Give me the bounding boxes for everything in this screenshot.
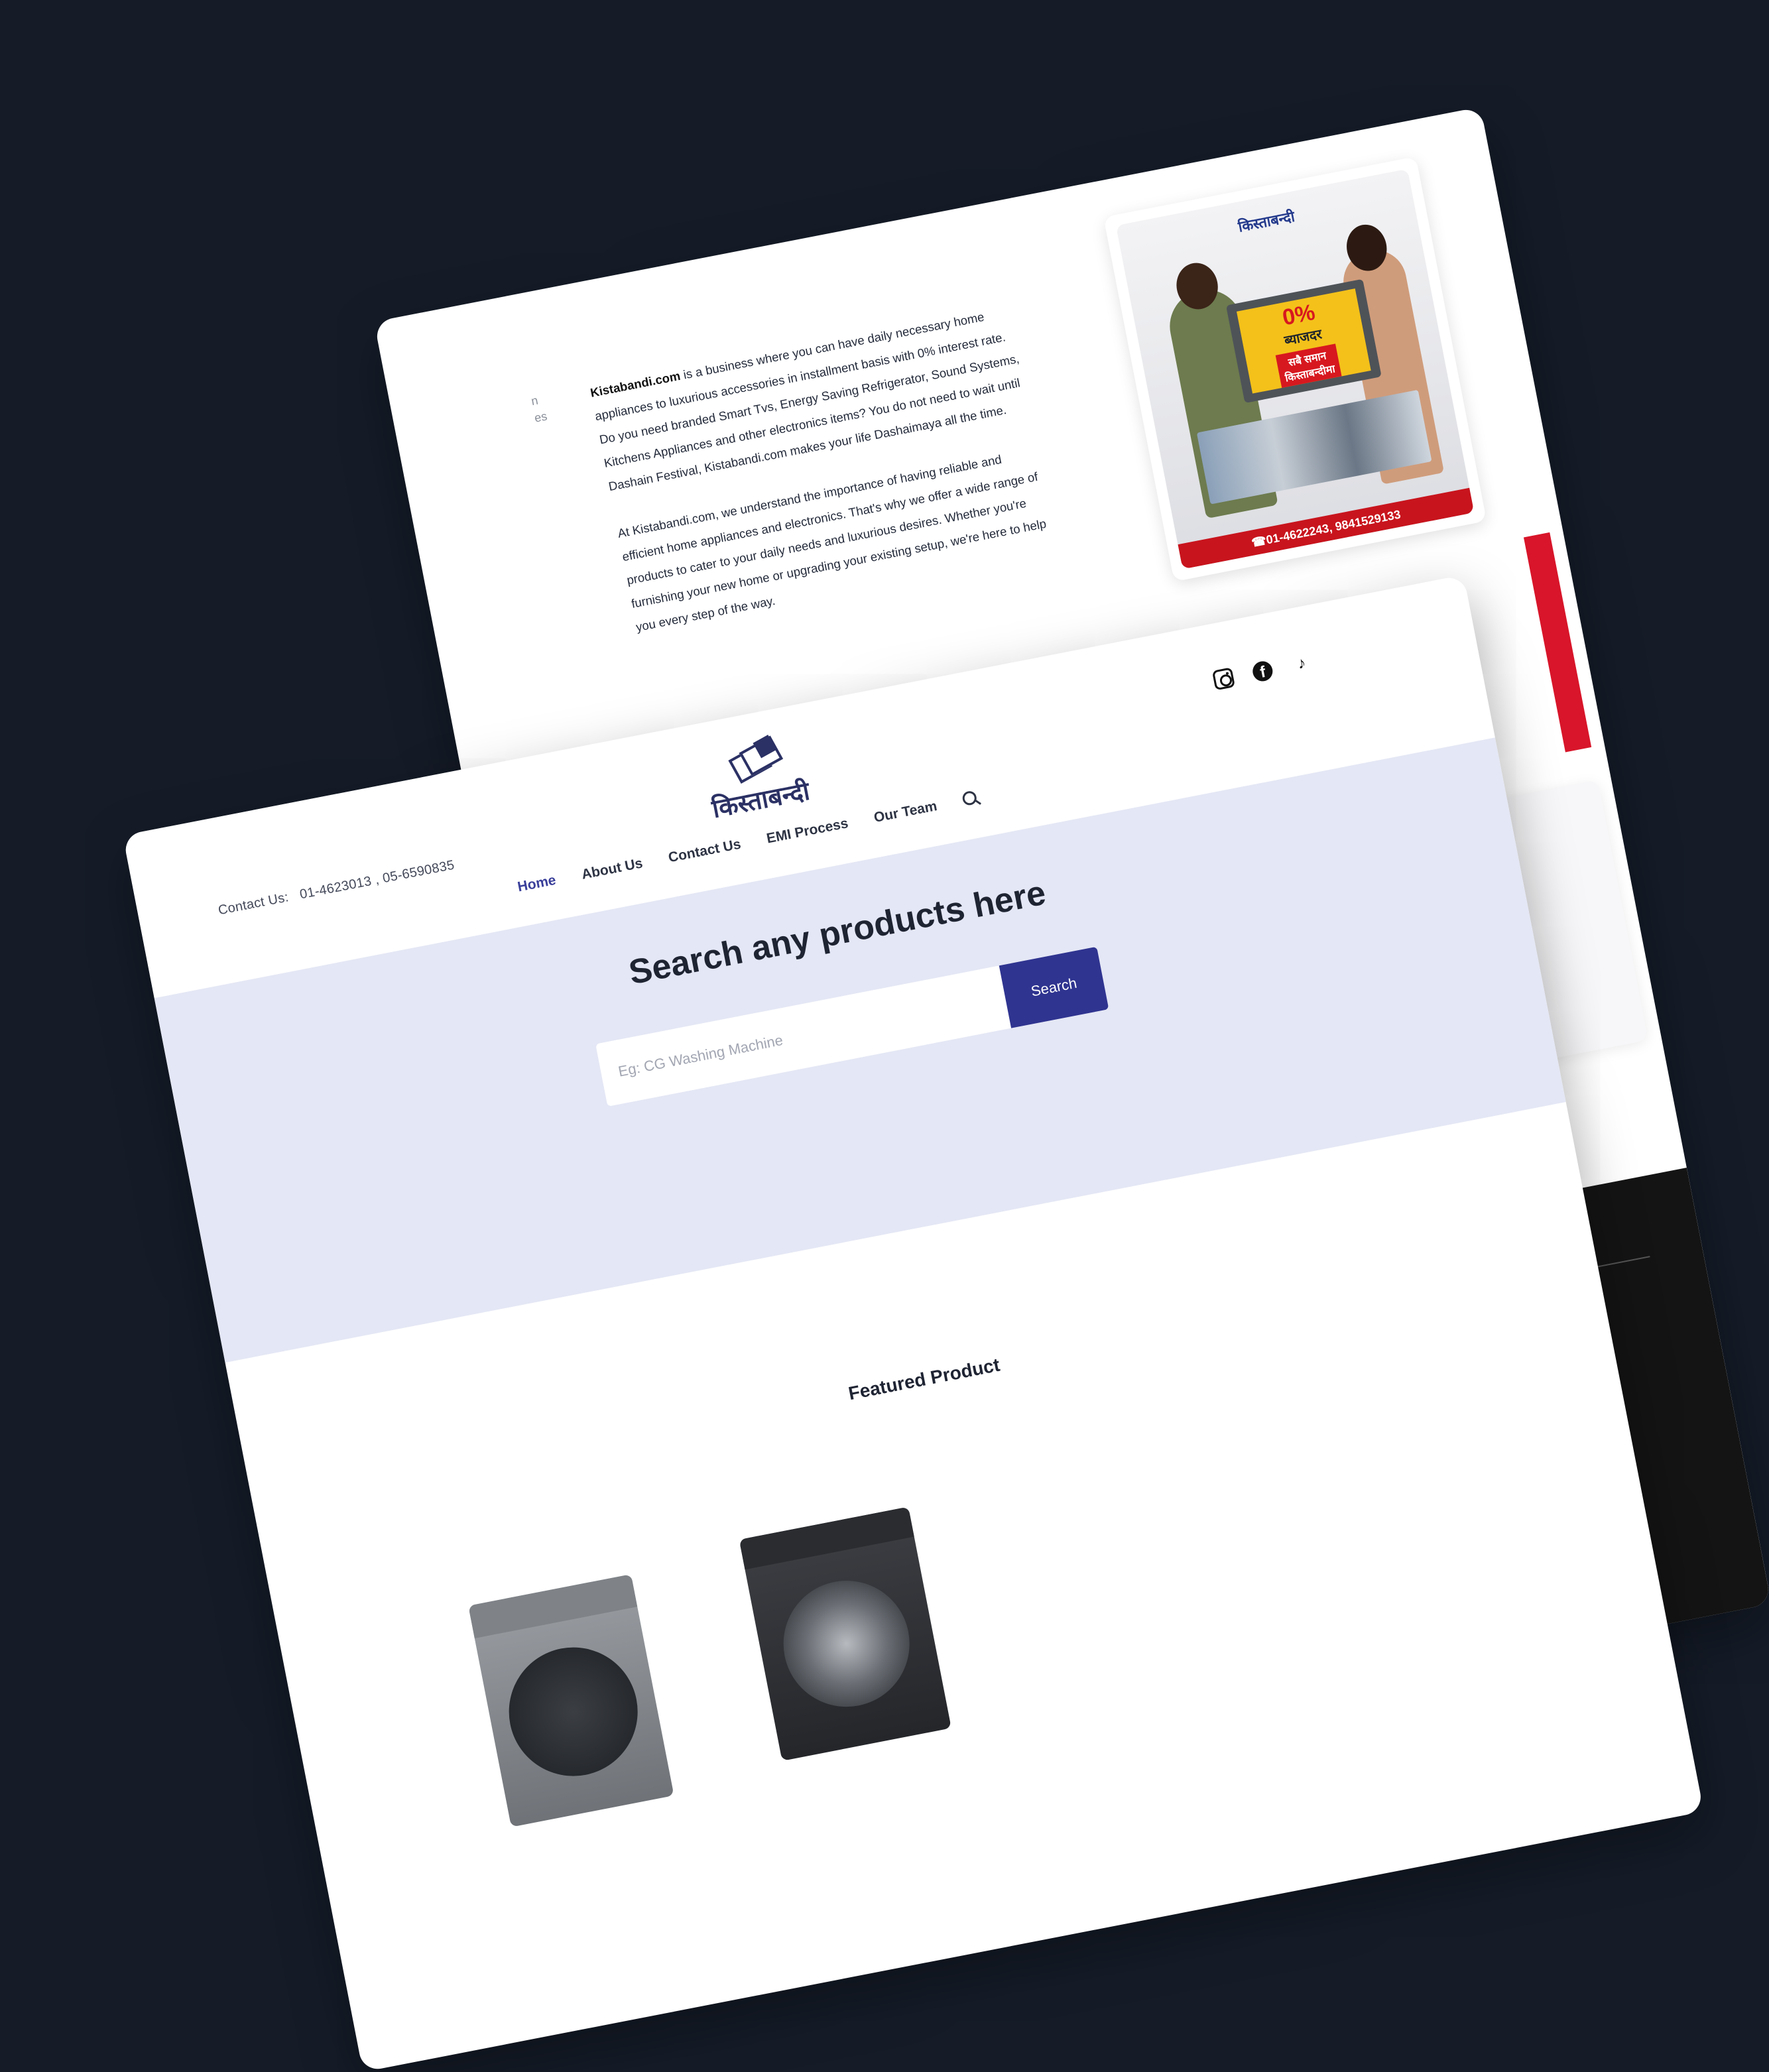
promo-banner: किस्ताबन्दी 0% ब्याजदर सबै समान किस्ताबन… [1103, 156, 1487, 582]
site-logo[interactable]: किस्ताबन्दी [700, 731, 813, 828]
nav-about-us[interactable]: About Us [580, 855, 644, 883]
nav-our-team[interactable]: Our Team [873, 798, 938, 826]
product-panel [468, 1574, 638, 1638]
contact-phones[interactable]: 01-4623013 , 05-6590835 [298, 858, 456, 902]
product-door [772, 1569, 921, 1718]
contact-label: Contact Us: [217, 890, 290, 918]
facebook-icon[interactable]: f [1250, 659, 1274, 683]
search-icon[interactable] [961, 790, 981, 810]
background-info-line2: es [533, 409, 548, 425]
promo-red-label: सबै समान किस्ताबन्दीमा [1275, 343, 1342, 389]
search-button[interactable]: Search [999, 946, 1109, 1028]
about-text: Kistabandi.com is a business where you c… [588, 299, 1066, 662]
background-info-text: n es [530, 391, 549, 427]
home-page-card: Contact Us: 01-4623013 , 05-6590835 किस्… [123, 574, 1704, 2072]
product-card-washing-machine-1[interactable] [468, 1574, 674, 1827]
contact-info: Contact Us: 01-4623013 , 05-6590835 [217, 858, 456, 919]
promo-logo-text: किस्ताबन्दी [1237, 208, 1296, 235]
nav-contact-us[interactable]: Contact Us [667, 837, 742, 867]
tv-screen: 0% ब्याजदर सबै समान किस्ताबन्दीमा [1237, 288, 1371, 394]
social-links: f ♪ [1211, 652, 1313, 691]
product-panel [739, 1506, 914, 1570]
product-door [497, 1636, 649, 1788]
instagram-icon[interactable] [1211, 667, 1236, 691]
background-info-line1: n [530, 393, 540, 408]
promo-logo: किस्ताबन्दी [1236, 206, 1297, 237]
promo-image: किस्ताबन्दी 0% ब्याजदर सबै समान किस्ताबन… [1115, 168, 1475, 570]
product-card-washing-machine-2[interactable] [739, 1506, 951, 1761]
nav-home[interactable]: Home [517, 873, 558, 896]
tv-sign: 0% ब्याजदर सबै समान किस्ताबन्दीमा [1225, 278, 1382, 404]
nav-emi-process[interactable]: EMI Process [765, 816, 849, 847]
red-accent-strip [1523, 532, 1592, 753]
tiktok-icon[interactable]: ♪ [1290, 652, 1313, 675]
